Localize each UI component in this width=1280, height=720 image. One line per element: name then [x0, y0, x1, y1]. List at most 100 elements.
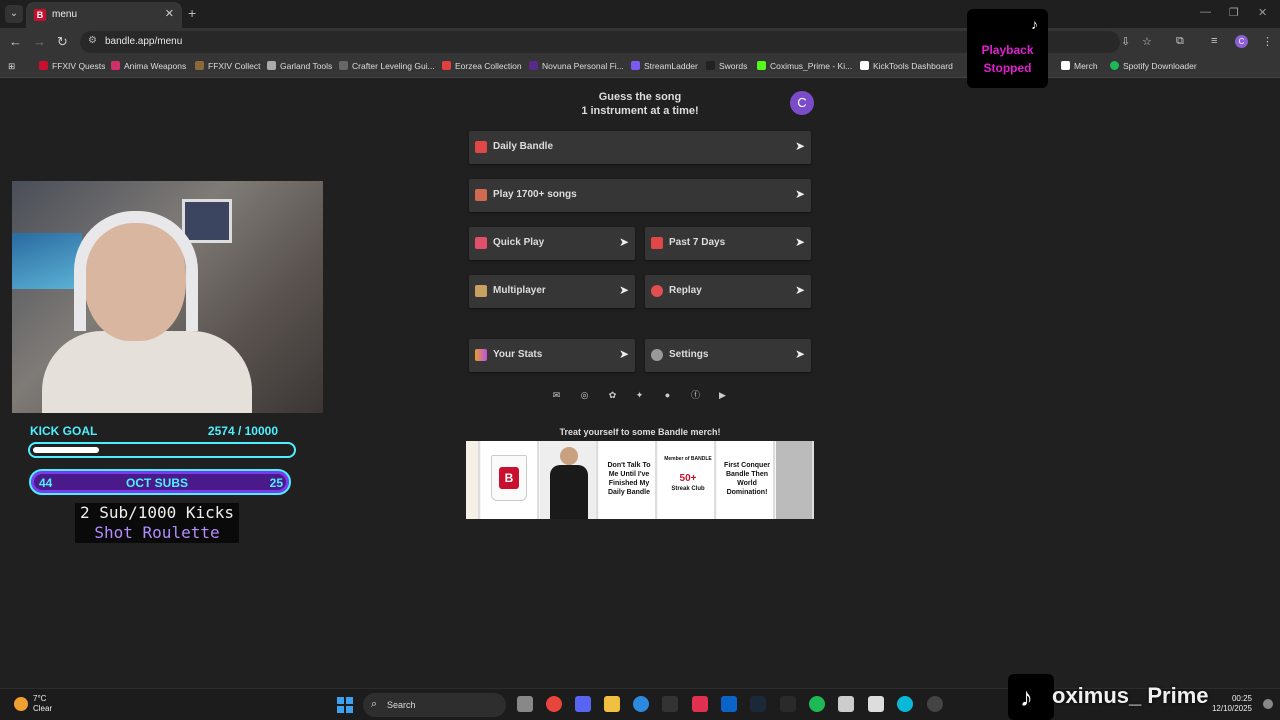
menu-kebab-icon[interactable]: ⋮	[1262, 35, 1273, 48]
bookmark-coximus-kick[interactable]: Coximus_Prime - Ki...	[757, 61, 852, 71]
reddit-icon[interactable]: ●	[662, 390, 673, 401]
tab-menu[interactable]: B menu ✕	[26, 2, 182, 28]
clock[interactable]: 00:25 12/10/2025	[1208, 694, 1252, 714]
app-icon-2[interactable]	[838, 696, 854, 712]
youtube-icon[interactable]: ▶	[717, 390, 728, 401]
address-bar[interactable]: ⚙ bandle.app/menu	[80, 31, 1120, 53]
bookmark-garland-tools[interactable]: Garland Tools	[267, 61, 332, 71]
arrow-right-icon: ➤	[618, 235, 629, 249]
bookmark-kicktools[interactable]: KickTools Dashboard	[860, 61, 953, 71]
merch-item-dont-talk-mug[interactable]: Don't Talk To Me Until I've Finished My …	[599, 441, 657, 519]
forward-icon[interactable]: →	[33, 34, 46, 49]
discord-icon[interactable]	[575, 696, 591, 712]
store-icon[interactable]	[868, 696, 884, 712]
merch-carousel[interactable]: B Don't Talk To Me Until I've Finished M…	[466, 441, 814, 519]
bookmark-novuna[interactable]: Novuna Personal Fi...	[529, 61, 624, 71]
dice-icon	[475, 237, 487, 249]
bookmark-ffxiv-collect[interactable]: FFXIV Collect	[195, 61, 260, 71]
bookmarks-bar: ⊞ FFXIV Quests Anima Weapons FFXIV Colle…	[0, 56, 1280, 78]
back-icon[interactable]: ←	[9, 34, 22, 49]
webcam-person-body	[42, 331, 252, 413]
bookmark-ffxiv-quests[interactable]: FFXIV Quests	[39, 61, 105, 71]
minimize-button[interactable]: —	[1200, 6, 1211, 18]
subs-label: OCT SUBS	[126, 476, 189, 490]
weather-moon-icon[interactable]	[14, 697, 28, 711]
streak-club-bottom: Streak Club	[671, 486, 705, 492]
spotify-icon[interactable]	[809, 696, 825, 712]
new-tab-button[interactable]: +	[188, 5, 196, 21]
merch-mug-slogan: Don't Talk To Me Until I've Finished My …	[607, 462, 651, 496]
tab-close-icon[interactable]: ✕	[165, 7, 174, 20]
taskbar-search[interactable]: ⌕ Search	[363, 693, 506, 717]
bookmark-anima-weapons[interactable]: Anima Weapons	[111, 61, 186, 71]
merch-item-mug[interactable]: B	[481, 441, 539, 519]
merch-item-partial-right[interactable]	[776, 441, 814, 519]
extensions-icon[interactable]: ⧉	[1176, 35, 1184, 48]
multiplayer-button[interactable]: Multiplayer ➤	[469, 275, 635, 308]
close-window-button[interactable]: ✕	[1258, 6, 1267, 19]
bookmark-merch[interactable]: Merch	[1061, 61, 1098, 71]
edge-icon[interactable]	[633, 696, 649, 712]
kick-goal-fill	[33, 447, 99, 453]
pin-app-icon[interactable]	[692, 696, 708, 712]
daily-bandle-button[interactable]: Daily Bandle ➤	[469, 131, 811, 164]
toolbar: ← → ↻ ⚙ bandle.app/menu ⇩ ☆ ⧉ ≡ C ⋮	[0, 28, 1280, 56]
app-icon[interactable]	[662, 696, 678, 712]
facebook-icon[interactable]: ⓕ	[690, 390, 701, 401]
bluesky-icon[interactable]: ✿	[607, 390, 618, 401]
webcam-picture-frame	[182, 199, 232, 243]
outlook-icon[interactable]	[721, 696, 737, 712]
arrow-right-icon: ➤	[618, 283, 629, 297]
merch-item-streak-club[interactable]: Member of BANDLE 50+ Streak Club	[658, 441, 716, 519]
replay-button[interactable]: Replay ➤	[645, 275, 811, 308]
file-explorer-icon[interactable]	[604, 696, 620, 712]
obs-icon[interactable]	[927, 696, 943, 712]
settings-button[interactable]: Settings ➤	[645, 339, 811, 372]
maximize-button[interactable]: ❐	[1229, 6, 1239, 19]
bookmark-eorzea-collection[interactable]: Eorzea Collection	[442, 61, 522, 71]
user-avatar[interactable]: C	[790, 91, 814, 115]
playback-status-line2: Stopped	[983, 61, 1032, 75]
site-info-icon[interactable]: ⚙	[88, 35, 97, 46]
quick-play-button[interactable]: Quick Play ➤	[469, 227, 635, 260]
headphones	[74, 211, 198, 331]
twitter-icon[interactable]: ✦	[634, 390, 645, 401]
bookmark-star-icon[interactable]: ☆	[1142, 35, 1152, 48]
task-view-icon[interactable]	[517, 696, 533, 712]
reload-icon[interactable]: ↻	[57, 34, 68, 50]
install-app-icon[interactable]: ⇩	[1121, 35, 1130, 48]
epic-games-icon[interactable]	[780, 696, 796, 712]
notification-icon[interactable]	[1263, 699, 1273, 709]
tagline-line2: 1 instrument at a time!	[581, 105, 699, 117]
app-icon-3[interactable]	[897, 696, 913, 712]
play-songs-button[interactable]: Play 1700+ songs ➤	[469, 179, 811, 212]
start-windows-icon[interactable]	[337, 697, 353, 713]
apps-grid-icon[interactable]: ⊞	[8, 61, 15, 72]
merch-item-hoodie[interactable]	[540, 441, 598, 519]
page-tagline: Guess the song 1 instrument at a time!	[540, 90, 740, 118]
multiplayer-label: Multiplayer	[493, 285, 546, 296]
bookmark-spotify-downloader[interactable]: Spotify Downloader	[1110, 61, 1197, 71]
instagram-icon[interactable]: ◎	[579, 390, 590, 401]
weather-widget[interactable]: 7°C Clear	[33, 694, 52, 714]
steam-icon[interactable]	[750, 696, 766, 712]
profile-avatar[interactable]: C	[1235, 35, 1248, 48]
tab-search-button[interactable]: ⌄	[5, 5, 23, 23]
webcam-feed	[12, 181, 323, 413]
merch-item-partial[interactable]	[466, 441, 480, 519]
guitar-icon	[475, 189, 487, 201]
subs-left-count: 44	[39, 476, 53, 490]
bookmark-streamladder[interactable]: StreamLadder	[631, 61, 698, 71]
your-stats-button[interactable]: Your Stats ➤	[469, 339, 635, 372]
chrome-icon[interactable]	[546, 696, 562, 712]
merch-item-world-domination-mug[interactable]: First Conquer Bandle Then World Dominati…	[717, 441, 775, 519]
roulette-line1: 2 Sub/1000 Kicks	[79, 503, 235, 522]
email-icon[interactable]: ✉	[551, 390, 562, 401]
bookmark-crafter-leveling[interactable]: Crafter Leveling Gui...	[339, 61, 435, 71]
arrow-right-icon: ➤	[618, 347, 629, 361]
past-7-days-button[interactable]: Past 7 Days ➤	[645, 227, 811, 260]
bookmark-swords[interactable]: Swords	[706, 61, 747, 71]
media-controls-icon[interactable]: ≡	[1211, 35, 1217, 47]
arrow-right-icon: ➤	[794, 235, 805, 249]
people-icon	[475, 285, 487, 297]
